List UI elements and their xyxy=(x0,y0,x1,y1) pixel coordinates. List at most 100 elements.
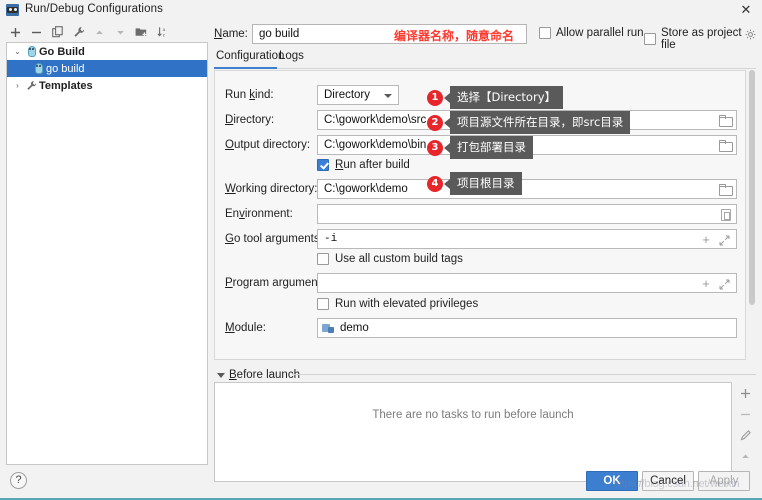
run-kind-combobox[interactable]: Directory xyxy=(317,85,399,105)
help-button[interactable]: ? xyxy=(10,472,27,489)
go-tool-arguments-label: Go tool arguments: xyxy=(225,233,323,245)
annotation-1: 1 选择【Directory】 xyxy=(427,86,563,109)
window-title: Run/Debug Configurations xyxy=(25,3,163,15)
insert-macro-icon[interactable]: + xyxy=(700,234,712,246)
tab-configuration[interactable]: Configuration xyxy=(216,50,284,66)
before-launch-header[interactable]: Before launch xyxy=(214,368,756,382)
tree-item-go-build[interactable]: go build xyxy=(7,60,207,77)
annotation-badge: 2 xyxy=(427,115,443,131)
use-all-custom-build-tags-checkbox[interactable]: Use all custom build tags xyxy=(317,253,463,265)
tab-active-underline xyxy=(214,67,277,69)
gear-icon[interactable] xyxy=(745,29,756,40)
run-with-elevated-privileges-row: Run with elevated privileges xyxy=(215,298,746,314)
before-launch-divider xyxy=(292,374,756,375)
tree-item-label: Go Build xyxy=(39,46,85,58)
sort-configurations-button[interactable]: az xyxy=(153,23,172,42)
chevron-down-icon[interactable]: ⌄ xyxy=(11,47,24,56)
remove-configuration-button[interactable] xyxy=(27,23,46,42)
tab-logs[interactable]: Logs xyxy=(279,50,304,66)
tree-item-go-build-group[interactable]: ⌄ Go Build xyxy=(7,43,207,60)
add-configuration-button[interactable] xyxy=(6,23,25,42)
run-kind-value: Directory xyxy=(318,89,370,101)
add-task-button[interactable] xyxy=(738,388,752,400)
module-combobox[interactable]: demo xyxy=(317,318,737,338)
run-after-build-label: Run after build xyxy=(335,159,410,171)
move-into-folder-button[interactable] xyxy=(132,23,151,42)
run-after-build-checkbox[interactable]: Run after build xyxy=(317,159,410,171)
tab-baseline xyxy=(214,68,756,69)
checkbox-box[interactable] xyxy=(317,159,329,171)
checkbox-box[interactable] xyxy=(317,298,329,310)
directory-label: Directory: xyxy=(225,114,274,126)
move-task-up-button[interactable] xyxy=(738,451,752,463)
allow-parallel-run-checkbox[interactable]: Allow parallel run xyxy=(539,27,644,39)
form-scrollbar[interactable] xyxy=(748,70,756,360)
environment-label: Environment: xyxy=(225,208,293,220)
output-directory-label: Output directory: xyxy=(225,139,310,151)
use-all-custom-build-tags-row: Use all custom build tags xyxy=(215,253,746,269)
go-gopher-icon xyxy=(24,46,39,57)
edit-templates-wrench-icon[interactable] xyxy=(69,23,88,42)
close-icon[interactable]: ✕ xyxy=(738,2,754,18)
insert-macro-icon[interactable]: + xyxy=(700,278,712,290)
browse-folder-icon[interactable] xyxy=(719,115,732,126)
tree-item-label: go build xyxy=(46,63,85,75)
tree-item-templates[interactable]: › Templates xyxy=(7,77,207,94)
svg-text:z: z xyxy=(162,32,165,37)
wrench-icon xyxy=(24,80,39,91)
expand-editor-icon[interactable] xyxy=(719,279,730,290)
name-annotation-text: 编译器名称，随意命名 xyxy=(394,27,514,44)
remove-task-button[interactable] xyxy=(738,409,752,421)
name-label: Name: xyxy=(214,28,248,40)
annotation-text: 项目根目录 xyxy=(450,172,522,195)
title-bar: Run/Debug Configurations ✕ xyxy=(0,0,762,20)
module-icon xyxy=(322,323,335,334)
chevron-right-icon[interactable]: › xyxy=(11,81,24,90)
module-value: demo xyxy=(340,322,369,334)
copy-configuration-button[interactable] xyxy=(48,23,67,42)
program-arguments-label: Program arguments: xyxy=(225,277,330,289)
checkbox-box[interactable] xyxy=(317,253,329,265)
configuration-editor: Name: go build 编译器名称，随意命名 Allow parallel… xyxy=(214,20,756,465)
annotation-4: 4 项目根目录 xyxy=(427,172,522,195)
go-gopher-icon xyxy=(31,63,46,74)
checkbox-box[interactable] xyxy=(644,33,656,45)
annotation-badge: 4 xyxy=(427,176,443,192)
edit-environment-icon[interactable] xyxy=(721,209,731,221)
form-scrollbar-thumb[interactable] xyxy=(749,70,755,305)
checkbox-box[interactable] xyxy=(539,27,551,39)
annotation-text: 选择【Directory】 xyxy=(450,86,563,109)
browse-folder-icon[interactable] xyxy=(719,184,732,195)
edit-task-button[interactable] xyxy=(738,430,752,442)
move-up-button[interactable] xyxy=(90,23,109,42)
annotation-badge: 1 xyxy=(427,90,443,106)
chevron-down-icon[interactable] xyxy=(217,373,225,378)
configurations-toolbar: az xyxy=(6,22,206,42)
name-row: Name: go build 编译器名称，随意命名 Allow parallel… xyxy=(214,24,756,46)
output-directory-value: C:\gowork\demo\bin xyxy=(318,139,426,151)
expand-editor-icon[interactable] xyxy=(719,235,730,246)
module-label: Module: xyxy=(225,322,266,334)
environment-input[interactable] xyxy=(317,204,737,224)
go-tool-arguments-input[interactable]: -i + xyxy=(317,229,737,249)
go-tool-arguments-value: -i xyxy=(318,233,337,245)
annotation-badge: 3 xyxy=(427,140,443,156)
allow-parallel-run-label: Allow parallel run xyxy=(556,27,644,39)
working-directory-input[interactable]: C:\gowork\demo xyxy=(317,179,737,199)
annotation-text: 打包部署目录 xyxy=(450,136,533,159)
program-arguments-input[interactable]: + xyxy=(317,273,737,293)
configurations-tree[interactable]: ⌄ Go Build go build › Templates xyxy=(6,42,208,465)
directory-value: C:\gowork\demo\src xyxy=(318,114,426,126)
run-with-elevated-privileges-checkbox[interactable]: Run with elevated privileges xyxy=(317,298,478,310)
module-row: Module: demo xyxy=(215,318,746,338)
store-as-project-file-checkbox[interactable]: Store as project file xyxy=(644,27,756,51)
move-down-button[interactable] xyxy=(111,23,130,42)
run-with-elevated-privileges-label: Run with elevated privileges xyxy=(335,298,478,310)
environment-row: Environment: xyxy=(215,204,746,224)
chevron-down-icon[interactable] xyxy=(384,94,392,98)
editor-tabs: Configuration Logs xyxy=(214,50,756,70)
run-kind-label: Run kind: xyxy=(225,89,274,101)
tree-item-label: Templates xyxy=(39,80,93,92)
browse-folder-icon[interactable] xyxy=(719,140,732,151)
working-directory-value: C:\gowork\demo xyxy=(318,183,408,195)
